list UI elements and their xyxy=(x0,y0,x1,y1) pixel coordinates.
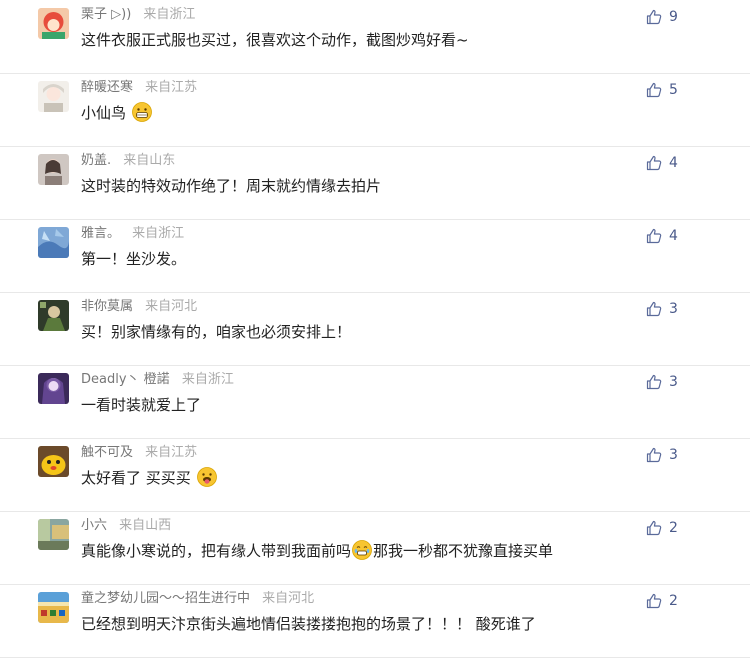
location: 来自山西 xyxy=(119,518,172,533)
comment-item: 触不可及 来自江苏 太好看了 买买买 3 xyxy=(0,438,750,512)
avatar[interactable] xyxy=(38,446,69,477)
avatar[interactable] xyxy=(38,8,69,39)
comment-text-body: 买！别家情缘有的，咱家也必须安排上！ xyxy=(81,323,352,341)
like-button[interactable]: 2 xyxy=(646,519,678,537)
comment-text-body: 小仙鸟 xyxy=(81,104,127,122)
avatar[interactable] xyxy=(38,81,69,112)
avatar[interactable] xyxy=(38,227,69,258)
like-button[interactable]: 3 xyxy=(646,446,678,464)
comment-meta: 童之梦幼儿园～～招生进行中 来自河北 xyxy=(81,590,314,608)
username[interactable]: 雅言。 xyxy=(81,226,120,241)
comment-text: 买！别家情缘有的，咱家也必须安排上！ xyxy=(81,321,351,343)
comment-text: 太好看了 买买买 xyxy=(81,467,218,489)
username[interactable]: 奶盖. xyxy=(81,153,111,168)
comment-item: 醉暖还寒 来自江苏 小仙鸟 5 xyxy=(0,73,750,147)
like-count: 3 xyxy=(669,447,678,463)
comment-list: 栗子 ▷)) 来自浙江 这件衣服正式服也买过，很喜欢这个动作，截图炒鸡好看~ 9… xyxy=(0,0,750,669)
comment-item: 栗子 ▷)) 来自浙江 这件衣服正式服也买过，很喜欢这个动作，截图炒鸡好看~ 9 xyxy=(0,0,750,74)
like-count: 4 xyxy=(669,228,678,244)
comment-text-body: 第一！坐沙发。 xyxy=(81,250,187,268)
comment-item: 非你莫属 来自河北 买！别家情缘有的，咱家也必须安排上！ 3 xyxy=(0,292,750,366)
comment-text: 这件衣服正式服也买过，很喜欢这个动作，截图炒鸡好看~ xyxy=(81,29,469,51)
like-count: 4 xyxy=(669,155,678,171)
comment-text-body: 这时装的特效动作绝了！周末就约情缘去拍片 xyxy=(81,177,382,195)
avatar[interactable] xyxy=(38,154,69,185)
comment-text: 小仙鸟 xyxy=(81,102,153,124)
comment-item: Deadly丶 橙諾 来自浙江 一看时装就爱上了 3 xyxy=(0,365,750,439)
teary-face-icon xyxy=(352,540,372,560)
comment-text-continued: 那我一秒都不犹豫直接买单 xyxy=(373,542,554,560)
like-count: 3 xyxy=(669,301,678,317)
comment-text-body: 这件衣服正式服也买过，很喜欢这个动作，截图炒鸡好看~ xyxy=(81,31,469,49)
avatar[interactable] xyxy=(38,519,69,550)
comment-meta: Deadly丶 橙諾 来自浙江 xyxy=(81,371,234,389)
thumbs-up-icon xyxy=(646,374,662,390)
like-count: 2 xyxy=(669,593,678,609)
comment-item: 童之梦幼儿园～～招生进行中 来自河北 已经想到明天汴京街头遍地情侣装搂搂抱抱的场… xyxy=(0,584,750,658)
location: 来自江苏 xyxy=(145,445,198,460)
comment-text: 这时装的特效动作绝了！周末就约情缘去拍片 xyxy=(81,175,381,197)
username[interactable]: 童之梦幼儿园～～招生进行中 xyxy=(81,591,250,606)
comment-item: 奶盖. 来自山东 这时装的特效动作绝了！周末就约情缘去拍片 4 xyxy=(0,146,750,220)
thumbs-up-icon xyxy=(646,9,662,25)
avatar[interactable] xyxy=(38,300,69,331)
like-count: 5 xyxy=(669,82,678,98)
comment-text: 真能像小寒说的，把有缘人带到我面前吗 那我一秒都不犹豫直接买单 xyxy=(81,540,553,562)
comment-text: 第一！坐沙发。 xyxy=(81,248,186,270)
username[interactable]: 醉暖还寒 xyxy=(81,80,133,95)
comment-meta: 醉暖还寒 来自江苏 xyxy=(81,79,197,97)
location: 来自江苏 xyxy=(145,80,198,95)
comment-text-body: 一看时装就爱上了 xyxy=(81,396,202,414)
comment-item: 小六 来自山西 真能像小寒说的，把有缘人带到我面前吗 那我一秒都不犹豫直接买单 … xyxy=(0,511,750,585)
comment-item: 雅言。 来自浙江 第一！坐沙发。 4 xyxy=(0,219,750,293)
location: 来自河北 xyxy=(262,591,315,606)
location: 来自浙江 xyxy=(181,372,234,387)
comment-meta: 非你莫属 来自河北 xyxy=(81,298,197,316)
location: 来自河北 xyxy=(145,299,198,314)
thumbs-up-icon xyxy=(646,228,662,244)
thumbs-up-icon xyxy=(646,447,662,463)
like-count: 2 xyxy=(669,520,678,536)
like-button[interactable]: 4 xyxy=(646,227,678,245)
comment-text-body: 已经想到明天汴京街头遍地情侣装搂搂抱抱的场景了！！！ 酸死谁了 xyxy=(81,615,536,633)
like-button[interactable]: 5 xyxy=(646,81,678,99)
comment-meta: 栗子 ▷)) 来自浙江 xyxy=(81,6,195,24)
tongue-out-face-icon xyxy=(196,467,217,487)
location: 来自浙江 xyxy=(143,7,196,22)
username[interactable]: Deadly丶 橙諾 xyxy=(81,372,170,387)
avatar[interactable] xyxy=(38,592,69,623)
thumbs-up-icon xyxy=(646,82,662,98)
comment-text-body: 真能像小寒说的，把有缘人带到我面前吗 xyxy=(81,542,352,560)
grinning-face-icon xyxy=(131,102,152,122)
comment-meta: 触不可及 来自江苏 xyxy=(81,444,197,462)
like-button[interactable]: 9 xyxy=(646,8,678,26)
comment-text-body: 太好看了 买买买 xyxy=(81,469,191,487)
like-button[interactable]: 2 xyxy=(646,592,678,610)
location: 来自浙江 xyxy=(132,226,185,241)
like-button[interactable]: 3 xyxy=(646,300,678,318)
comment-text: 已经想到明天汴京街头遍地情侣装搂搂抱抱的场景了！！！ 酸死谁了 xyxy=(81,613,536,635)
thumbs-up-icon xyxy=(646,593,662,609)
thumbs-up-icon xyxy=(646,520,662,536)
like-count: 3 xyxy=(669,374,678,390)
like-count: 9 xyxy=(669,9,678,25)
username[interactable]: 栗子 ▷)) xyxy=(81,7,131,22)
like-button[interactable]: 3 xyxy=(646,373,678,391)
thumbs-up-icon xyxy=(646,155,662,171)
comment-meta: 雅言。 来自浙江 xyxy=(81,225,184,243)
username[interactable]: 非你莫属 xyxy=(81,299,133,314)
username[interactable]: 触不可及 xyxy=(81,445,133,460)
thumbs-up-icon xyxy=(646,301,662,317)
username[interactable]: 小六 xyxy=(81,518,107,533)
like-button[interactable]: 4 xyxy=(646,154,678,172)
comment-meta: 小六 来自山西 xyxy=(81,517,171,535)
location: 来自山东 xyxy=(123,153,176,168)
comment-meta: 奶盖. 来自山东 xyxy=(81,152,175,170)
comment-text: 一看时装就爱上了 xyxy=(81,394,201,416)
avatar[interactable] xyxy=(38,373,69,404)
